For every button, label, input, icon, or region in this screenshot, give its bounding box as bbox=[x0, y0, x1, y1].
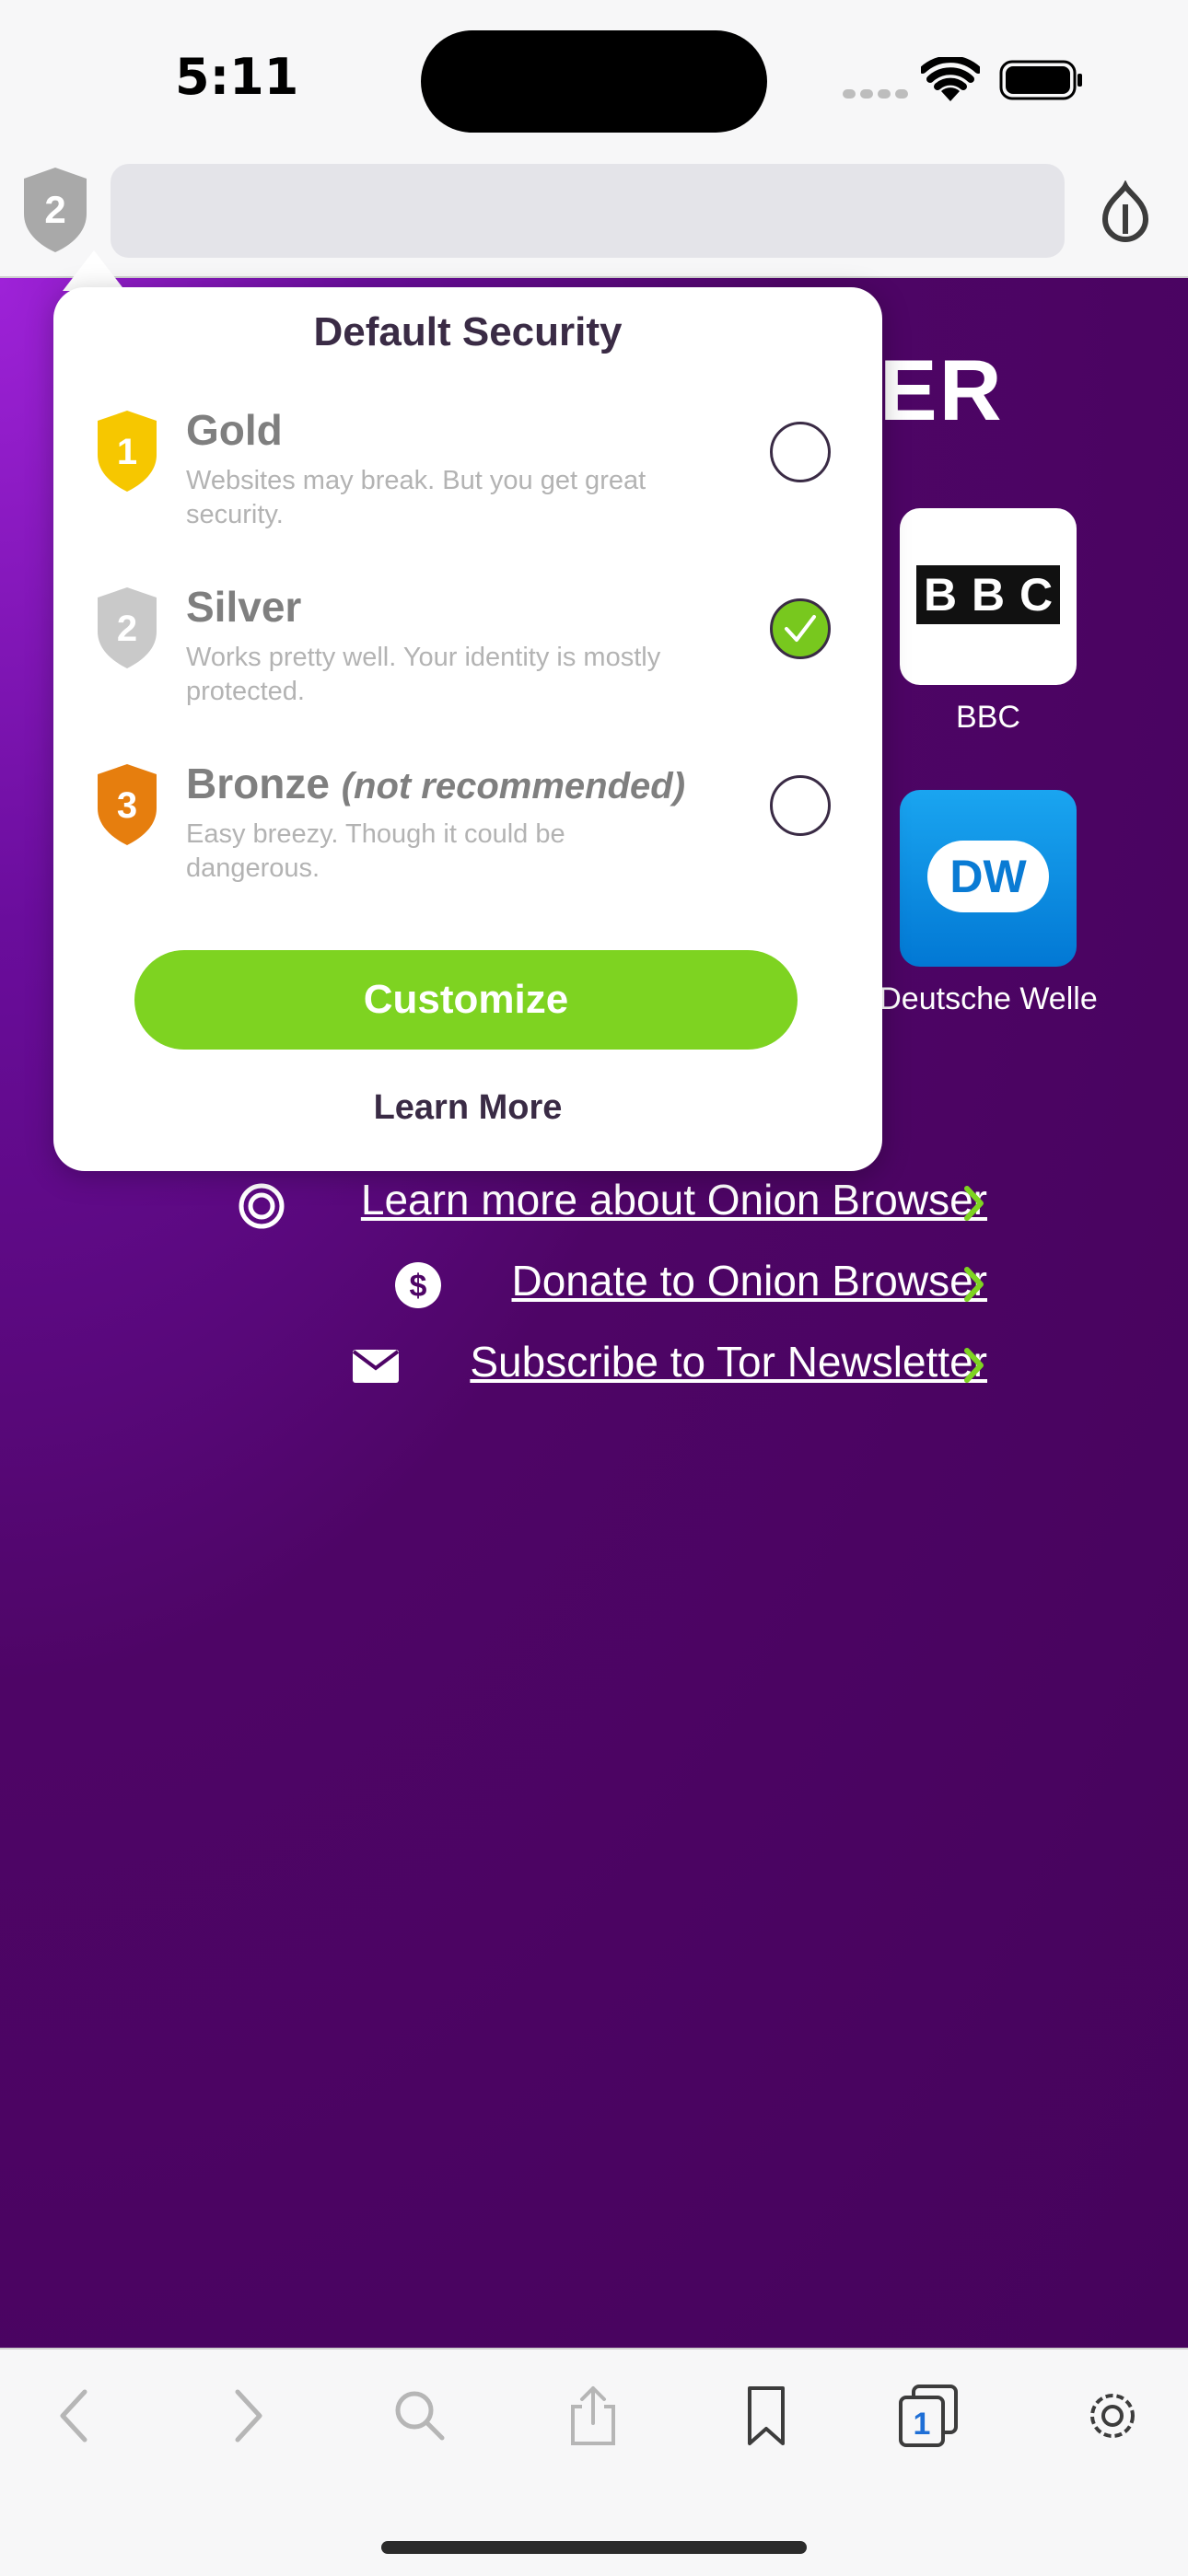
gold-radio[interactable] bbox=[770, 422, 831, 482]
link-subscribe-tor-newsletter[interactable]: Subscribe to Tor Newsletter bbox=[470, 1337, 987, 1387]
wifi-icon bbox=[921, 57, 980, 101]
bookmark-deutsche-welle[interactable]: DW bbox=[900, 790, 1077, 967]
level-description: Easy breezy. Though it could be dangerou… bbox=[186, 819, 565, 883]
onion-icon[interactable] bbox=[1094, 180, 1157, 243]
page-heading: ER bbox=[879, 342, 1004, 438]
dw-logo: DW bbox=[927, 841, 1049, 912]
svg-text:3: 3 bbox=[117, 785, 137, 826]
security-level-gold[interactable]: 1 Gold Websites may break. But you get g… bbox=[53, 406, 882, 565]
customize-button[interactable]: Customize bbox=[134, 950, 798, 1050]
chevron-right-icon bbox=[964, 1267, 984, 1302]
checkmark-icon bbox=[785, 615, 816, 642]
chevron-right-icon bbox=[964, 1348, 984, 1383]
share-icon[interactable] bbox=[560, 2383, 626, 2449]
tabs-icon[interactable]: 1 bbox=[895, 2383, 961, 2449]
bookmark-label: BBC bbox=[956, 700, 1020, 735]
bookmarks-icon[interactable] bbox=[733, 2383, 799, 2449]
link-learn-more-onion-browser[interactable]: Learn more about Onion Browser bbox=[361, 1175, 987, 1224]
popover-arrow bbox=[63, 250, 125, 291]
popover-title: Default Security bbox=[313, 309, 623, 354]
svg-text:1: 1 bbox=[914, 2407, 931, 2442]
svg-text:2: 2 bbox=[117, 609, 137, 649]
security-level-bronze[interactable]: 3 Bronze (not recommended) Easy breezy. … bbox=[53, 759, 882, 919]
security-level-button[interactable]: 2 bbox=[20, 166, 90, 254]
silver-shield-icon: 2 bbox=[98, 587, 157, 668]
silver-radio[interactable] bbox=[770, 598, 831, 659]
level-name: Silver bbox=[186, 583, 302, 631]
cellular-signal-icon bbox=[843, 87, 913, 103]
svg-text:1: 1 bbox=[117, 432, 137, 472]
bronze-shield-icon: 3 bbox=[98, 764, 157, 845]
envelope-icon bbox=[352, 1350, 400, 1383]
search-icon[interactable] bbox=[387, 2383, 453, 2449]
security-level-silver[interactable]: 2 Silver Works pretty well. Your identit… bbox=[53, 583, 882, 742]
settings-gear-icon[interactable] bbox=[1079, 2383, 1146, 2449]
bookmark-label: Deutsche Welle bbox=[879, 981, 1098, 1016]
level-name: Bronze (not recommended) bbox=[186, 759, 685, 808]
battery-icon bbox=[999, 60, 1082, 100]
link-donate-onion-browser[interactable]: Donate to Onion Browser bbox=[512, 1256, 988, 1305]
bbc-logo-letter: C bbox=[1012, 565, 1060, 624]
url-field[interactable] bbox=[111, 164, 1065, 258]
security-popover: Default Security 1 Gold Websites may bre… bbox=[53, 287, 882, 1171]
bbc-logo-letter: B bbox=[916, 565, 964, 624]
back-icon[interactable] bbox=[42, 2383, 109, 2449]
onion-icon bbox=[239, 1183, 285, 1229]
bookmark-bbc[interactable]: B B C bbox=[900, 508, 1077, 685]
shield-icon: 2 bbox=[24, 168, 87, 252]
dollar-icon: $ bbox=[395, 1262, 441, 1308]
svg-text:2: 2 bbox=[44, 188, 65, 231]
level-description: Works pretty well. Your identity is most… bbox=[186, 643, 661, 706]
level-name: Gold bbox=[186, 406, 283, 454]
bronze-radio[interactable] bbox=[770, 775, 831, 836]
level-description: Websites may break. But you get great se… bbox=[186, 466, 646, 529]
forward-icon[interactable] bbox=[214, 2383, 280, 2449]
level-warning: (not recommended) bbox=[341, 766, 686, 806]
chevron-right-icon bbox=[964, 1186, 984, 1221]
bbc-logo-letter: B bbox=[964, 565, 1012, 624]
dynamic-island bbox=[421, 30, 767, 133]
learn-more-button[interactable]: Learn More bbox=[53, 1088, 882, 1128]
status-time: 5:11 bbox=[175, 48, 299, 106]
level-name-text: Bronze bbox=[186, 760, 330, 807]
home-indicator bbox=[381, 2541, 807, 2554]
svg-text:$: $ bbox=[410, 1269, 427, 1304]
gold-shield-icon: 1 bbox=[98, 411, 157, 492]
